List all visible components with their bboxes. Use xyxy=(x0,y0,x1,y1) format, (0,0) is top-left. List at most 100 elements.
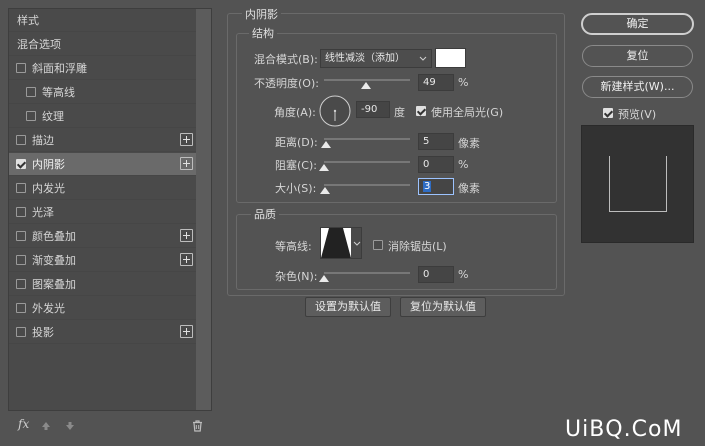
inner-glow-checkbox[interactable] xyxy=(16,183,26,193)
choke-slider-thumb[interactable] xyxy=(319,164,329,171)
style-item-satin[interactable]: 光泽 xyxy=(9,201,197,224)
color-overlay-label: 颜色叠加 xyxy=(32,230,76,243)
add-stroke-plus-icon[interactable] xyxy=(180,133,193,146)
size-label: 大小(S): xyxy=(275,182,317,195)
distance-slider-track[interactable] xyxy=(324,138,410,140)
opacity-slider-track[interactable] xyxy=(324,79,410,81)
inner-glow-label: 内发光 xyxy=(32,182,65,195)
drop-shadow-checkbox[interactable] xyxy=(16,327,26,337)
style-item-inner-glow[interactable]: 内发光 xyxy=(9,177,197,200)
angle-label: 角度(A): xyxy=(274,106,316,119)
distance-slider-thumb[interactable] xyxy=(320,141,331,148)
distance-label: 距离(D): xyxy=(275,136,318,149)
style-item-gradient-overlay[interactable]: 渐变叠加 xyxy=(9,249,197,272)
opacity-unit: % xyxy=(458,76,469,89)
style-item-color-overlay[interactable]: 颜色叠加 xyxy=(9,225,197,248)
make-default-button[interactable]: 设置为默认值 xyxy=(305,297,391,317)
anti-aliased-checkbox[interactable] xyxy=(373,240,383,250)
add-inner-shadow-plus-icon[interactable] xyxy=(180,157,193,170)
contour-checkbox[interactable] xyxy=(26,87,36,97)
outer-glow-checkbox[interactable] xyxy=(16,303,26,313)
distance-input[interactable]: 5 xyxy=(418,133,454,150)
reset-default-label: 复位为默认值 xyxy=(410,300,476,313)
outer-glow-label: 外发光 xyxy=(32,302,65,315)
size-slider-track[interactable] xyxy=(324,184,410,186)
preview-thumbnail xyxy=(581,125,694,243)
style-item-outer-glow[interactable]: 外发光 xyxy=(9,297,197,320)
size-unit: 像素 xyxy=(458,182,480,195)
styles-header[interactable]: 样式 xyxy=(9,9,197,32)
contour-preview-icon xyxy=(321,228,351,258)
choke-slider-track[interactable] xyxy=(324,161,410,163)
move-up-icon[interactable] xyxy=(41,421,51,431)
trash-icon[interactable] xyxy=(192,420,203,432)
angle-value: -90 xyxy=(361,104,378,115)
gradient-overlay-checkbox[interactable] xyxy=(16,255,26,265)
pattern-overlay-checkbox[interactable] xyxy=(16,279,26,289)
style-item-drop-shadow[interactable]: 投影 xyxy=(9,321,197,344)
texture-checkbox[interactable] xyxy=(26,111,36,121)
add-color-overlay-plus-icon[interactable] xyxy=(180,229,193,242)
quality-title: 品质 xyxy=(251,206,279,222)
size-slider-thumb[interactable] xyxy=(319,187,330,194)
reset-button[interactable]: 复位 xyxy=(582,45,693,67)
style-item-bevel-emboss[interactable]: 斜面和浮雕 xyxy=(9,57,197,80)
blending-options-item[interactable]: 混合选项 xyxy=(9,33,197,56)
blending-options-label: 混合选项 xyxy=(17,38,61,51)
styles-panel: 样式 混合选项 斜面和浮雕 等高线 纹理 描边 内阴影 内发光 光泽 颜色叠加 … xyxy=(8,8,212,432)
watermark-logo: UiBQ.CoM xyxy=(565,417,682,443)
angle-unit: 度 xyxy=(394,106,405,119)
noise-input[interactable]: 0 xyxy=(418,266,454,283)
ok-button[interactable]: 确定 xyxy=(581,13,694,35)
contour-label: 等高线: xyxy=(275,240,312,253)
style-item-texture[interactable]: 纹理 xyxy=(9,105,197,128)
stroke-checkbox[interactable] xyxy=(16,135,26,145)
distance-unit: 像素 xyxy=(458,137,480,150)
shadow-color-swatch[interactable] xyxy=(435,48,466,68)
contour-picker[interactable] xyxy=(320,227,362,259)
angle-dial[interactable] xyxy=(319,95,351,127)
preview-checkbox[interactable] xyxy=(603,108,613,118)
preview-label: 预览(V) xyxy=(618,108,657,121)
size-input[interactable]: 3 xyxy=(418,178,454,195)
style-item-inner-shadow[interactable]: 内阴影 xyxy=(9,153,197,176)
distance-value: 5 xyxy=(423,136,430,147)
opacity-slider-thumb[interactable] xyxy=(361,82,372,89)
noise-slider-thumb[interactable] xyxy=(319,275,329,282)
blend-mode-label: 混合模式(B): xyxy=(254,53,318,66)
global-light-label: 使用全局光(G) xyxy=(431,106,504,119)
opacity-label: 不透明度(O): xyxy=(254,77,319,90)
opacity-input[interactable]: 49 xyxy=(418,74,454,91)
style-item-stroke[interactable]: 描边 xyxy=(9,129,197,152)
reset-label: 复位 xyxy=(626,49,649,62)
blend-mode-select[interactable]: 线性减淡（添加） xyxy=(320,49,432,68)
new-style-button[interactable]: 新建样式(W)... xyxy=(582,76,693,98)
satin-label: 光泽 xyxy=(32,206,54,219)
reset-default-button[interactable]: 复位为默认值 xyxy=(400,297,486,317)
styles-label: 样式 xyxy=(17,14,39,27)
add-gradient-overlay-plus-icon[interactable] xyxy=(180,253,193,266)
angle-input[interactable]: -90 xyxy=(356,101,390,118)
global-light-checkbox[interactable] xyxy=(416,106,426,116)
structure-title: 结构 xyxy=(249,25,277,41)
inner-shadow-checkbox[interactable] xyxy=(16,159,26,169)
bevel-emboss-label: 斜面和浮雕 xyxy=(32,62,87,75)
styles-scrollbar[interactable] xyxy=(196,9,211,410)
style-item-contour[interactable]: 等高线 xyxy=(9,81,197,104)
add-drop-shadow-plus-icon[interactable] xyxy=(180,325,193,338)
move-down-icon[interactable] xyxy=(65,421,75,431)
color-overlay-checkbox[interactable] xyxy=(16,231,26,241)
chevron-down-icon xyxy=(419,56,427,61)
gradient-overlay-label: 渐变叠加 xyxy=(32,254,76,267)
bevel-emboss-checkbox[interactable] xyxy=(16,63,26,73)
anti-aliased-label: 消除锯齿(L) xyxy=(388,240,447,253)
choke-input[interactable]: 0 xyxy=(418,156,454,173)
noise-label: 杂色(N): xyxy=(275,270,318,283)
preview-shape xyxy=(609,156,667,212)
satin-checkbox[interactable] xyxy=(16,207,26,217)
style-item-pattern-overlay[interactable]: 图案叠加 xyxy=(9,273,197,296)
fx-icon[interactable]: fx xyxy=(18,417,29,431)
noise-slider-track[interactable] xyxy=(324,272,410,274)
size-value: 3 xyxy=(423,181,432,192)
contour-chevron-down-icon xyxy=(353,241,361,246)
